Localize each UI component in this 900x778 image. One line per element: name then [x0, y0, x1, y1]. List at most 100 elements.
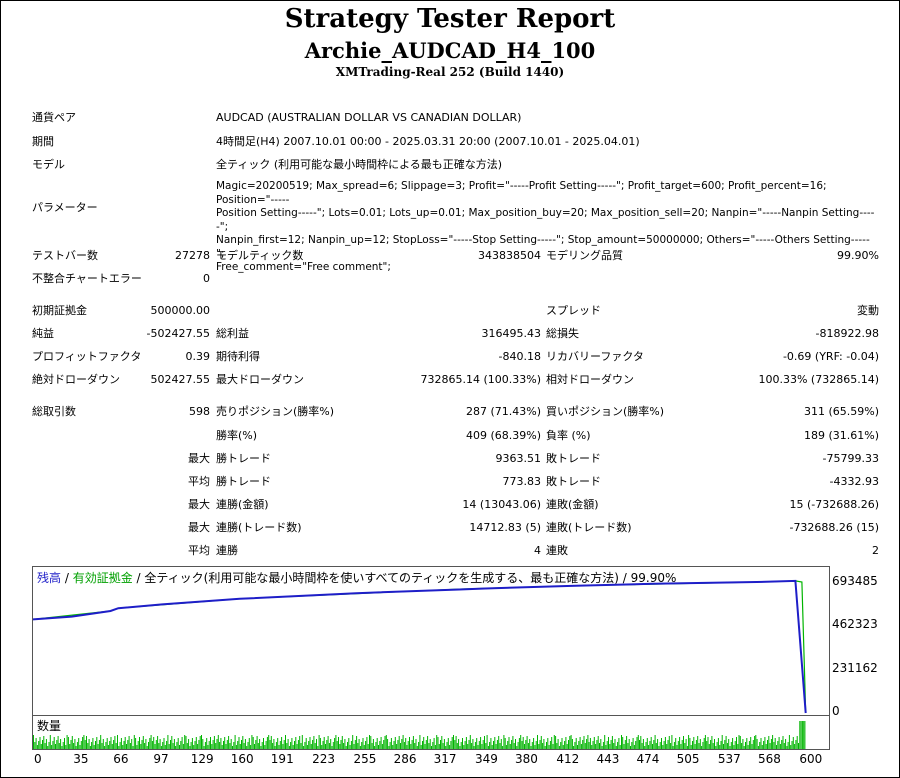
- volume-bar: [484, 736, 485, 749]
- volume-bar: [516, 746, 518, 749]
- volume-bar: [55, 744, 56, 749]
- volume-bar: [631, 742, 633, 749]
- volume-bar: [115, 743, 117, 749]
- volume-bar: [533, 738, 535, 749]
- volume-bar: [45, 739, 47, 749]
- gross-profit-value: 316495.43: [481, 327, 542, 340]
- volume-bar: [252, 737, 254, 749]
- legend-equity: 有効証拠金: [72, 571, 133, 585]
- volume-bar: [308, 741, 310, 749]
- max-word: 最大: [188, 452, 210, 465]
- volume-bar: [281, 737, 283, 749]
- volume-bar: [181, 737, 183, 749]
- win-rate-value: 409 (68.39%): [465, 429, 541, 442]
- volume-bar: [719, 745, 721, 749]
- volume-bar: [712, 743, 714, 749]
- volume-bar: [476, 738, 478, 749]
- volume-bar: [540, 736, 542, 749]
- volume-bar: [584, 743, 586, 749]
- volume-bar: [767, 740, 768, 749]
- volume-bar: [170, 740, 171, 749]
- volume-bar: [145, 739, 147, 749]
- volume-bar: [568, 740, 569, 749]
- volume-bar: [619, 745, 621, 749]
- volume-bar: [363, 745, 365, 749]
- volume-bar: [265, 741, 267, 749]
- volume-bar: [686, 746, 688, 749]
- max-cons-losses-value: 15 (-732688.26): [789, 498, 879, 511]
- volume-bar: [449, 745, 451, 749]
- volume-bar: [663, 741, 665, 749]
- volume-bar: [336, 741, 338, 749]
- volume-bar: [344, 739, 346, 749]
- avg-loss-value: -4332.93: [829, 475, 879, 488]
- x-tick-label: 505: [676, 752, 700, 766]
- volume-bar: [190, 742, 192, 749]
- volume-bar: [86, 736, 87, 749]
- volume-bar: [433, 738, 435, 749]
- volume-bar: [244, 739, 246, 749]
- volume-bar: [414, 743, 416, 749]
- x-tick-label: 97: [153, 752, 169, 766]
- volume-bar: [710, 740, 712, 749]
- server-build: XMTrading-Real 252 (Build 1440): [335, 65, 565, 79]
- legend-balance: 残高: [37, 571, 62, 585]
- balance-chart: 残高 / 有効証拠金 / 全ティック(利用可能な最小時間枠を使いすべてのティック…: [32, 566, 830, 716]
- volume-bar: [571, 739, 573, 749]
- volume-bar: [197, 744, 199, 749]
- volume-bar: [759, 742, 761, 749]
- volume-bar: [579, 737, 581, 749]
- volume-bar: [491, 745, 493, 749]
- volume-bar: [627, 743, 629, 749]
- volume-bar: [644, 746, 646, 749]
- volume-bar: [53, 737, 55, 749]
- gross-profit-label: 総利益: [216, 327, 249, 340]
- volume-bar: [89, 746, 91, 749]
- volume-bar: [418, 742, 420, 749]
- volume-bar: [127, 740, 129, 749]
- volume-bar: [105, 742, 107, 749]
- largest-win-value: 9363.51: [495, 452, 542, 465]
- volume-bar: [223, 741, 224, 749]
- x-tick-label: 160: [230, 752, 254, 766]
- volume-bar: [110, 737, 112, 749]
- quality-value: 99.90%: [837, 249, 879, 262]
- volume-bar: [500, 739, 502, 749]
- volume-bar: [694, 744, 696, 749]
- volume-bar: [538, 744, 540, 749]
- volume-bar: [282, 744, 284, 749]
- volume-bar: [803, 721, 805, 749]
- volume-bar: [211, 744, 213, 749]
- volume-bar: [141, 740, 143, 749]
- volume-bar: [599, 743, 600, 749]
- volume-bar: [703, 738, 705, 749]
- volume-bar: [511, 740, 513, 749]
- volume-bar: [146, 746, 148, 749]
- profit-factor-label: プロフィットファクタ: [32, 350, 142, 363]
- volume-bar: [203, 746, 205, 749]
- volume-bar: [139, 737, 140, 749]
- volume-bar: [518, 738, 520, 749]
- volume-bar: [539, 740, 541, 749]
- volume-bar: [226, 740, 228, 749]
- volume-bar: [456, 743, 458, 749]
- volume-bar: [172, 743, 174, 749]
- volume-bar: [521, 741, 523, 749]
- volume-bar: [215, 743, 217, 749]
- volume-bar: [565, 737, 567, 749]
- x-tick-label: 286: [393, 752, 417, 766]
- volume-bar: [40, 744, 42, 749]
- volume-bar: [180, 741, 182, 749]
- volume-bar: [194, 741, 196, 749]
- volume-bar: [295, 737, 297, 749]
- volume-bar: [334, 738, 336, 749]
- volume-bar: [777, 741, 779, 749]
- volume-bar: [290, 742, 292, 749]
- volume-bar: [617, 742, 619, 749]
- volume-bar: [182, 744, 184, 749]
- volume-bar: [746, 738, 748, 749]
- volume-bar: [487, 746, 489, 749]
- volume-bar: [509, 744, 511, 749]
- volume-bar: [78, 738, 80, 749]
- volume-bar: [317, 746, 319, 749]
